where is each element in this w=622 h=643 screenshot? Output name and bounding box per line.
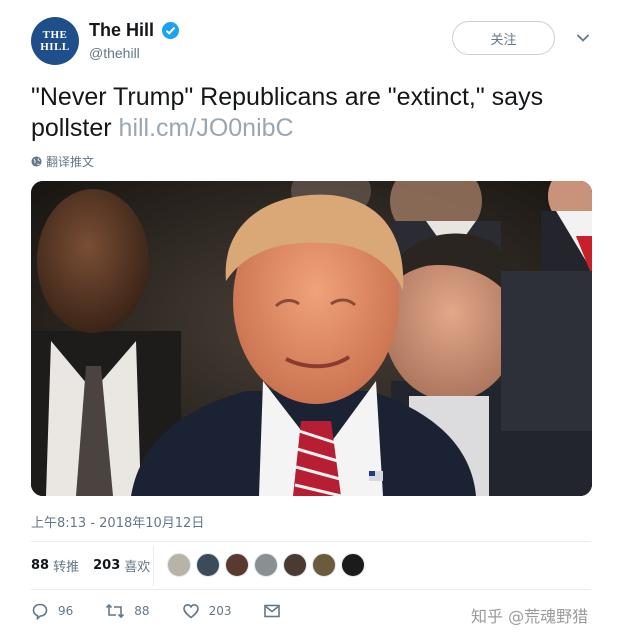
divider-top: [31, 541, 591, 542]
envelope-icon: [264, 604, 281, 618]
tweet-header: THE HILL The Hill @thehill 关注: [31, 17, 593, 65]
liker-avatar-4[interactable]: [254, 553, 278, 577]
avatar-logo-line1: THE: [42, 29, 68, 41]
liker-avatar-3[interactable]: [225, 553, 249, 577]
reply-button[interactable]: 96: [31, 602, 73, 620]
like-count: 203: [208, 604, 232, 618]
likes-count[interactable]: 203: [93, 558, 120, 573]
tweet-timestamp[interactable]: 上午8:13 - 2018年10月12日: [31, 512, 204, 531]
retweet-count: 88: [134, 604, 150, 618]
retweets-label[interactable]: 转推: [53, 556, 79, 575]
direct-message-button[interactable]: [263, 603, 290, 619]
verified-badge-icon: [162, 22, 180, 39]
engagement-stats: 88 转推 203 喜欢: [31, 550, 164, 580]
liker-avatar-6[interactable]: [312, 553, 336, 577]
tweet-link[interactable]: hill.cm/JO0nibC: [119, 114, 294, 142]
liker-avatar-7[interactable]: [341, 553, 365, 577]
author-block[interactable]: The Hill @thehill: [89, 20, 180, 61]
handle[interactable]: @thehill: [89, 45, 179, 61]
display-name[interactable]: The Hill: [89, 20, 154, 41]
retweet-button[interactable]: 88: [105, 602, 150, 620]
retweets-count[interactable]: 88: [31, 558, 49, 573]
liker-avatar-1[interactable]: [167, 553, 191, 577]
avatar[interactable]: THE HILL: [31, 17, 79, 65]
liker-avatars: [167, 553, 370, 577]
photo-image: [31, 181, 592, 496]
tweet-text: "Never Trump" Republicans are "extinct,"…: [31, 82, 596, 144]
chevron-down-icon[interactable]: [576, 33, 590, 43]
liker-avatar-2[interactable]: [196, 553, 220, 577]
like-button[interactable]: 203: [182, 602, 232, 620]
watermark: 知乎 @荒魂野猎: [471, 607, 589, 626]
likes-label[interactable]: 喜欢: [124, 556, 150, 575]
tweet-actions: 96 88 203: [31, 600, 322, 622]
reply-count: 96: [58, 604, 74, 618]
stats-separator: [153, 546, 154, 586]
heart-icon: [182, 603, 199, 619]
tweet-photo[interactable]: [31, 181, 592, 496]
follow-button[interactable]: 关注: [452, 21, 555, 55]
divider-bottom: [31, 589, 591, 590]
retweet-icon: [106, 603, 125, 619]
reply-icon: [32, 603, 48, 620]
liker-avatar-5[interactable]: [283, 553, 307, 577]
translate-label: 翻译推文: [46, 155, 95, 169]
translate-tweet[interactable]: 翻译推文: [31, 153, 94, 170]
avatar-logo-line2: HILL: [40, 41, 70, 53]
globe-icon: [31, 156, 42, 167]
